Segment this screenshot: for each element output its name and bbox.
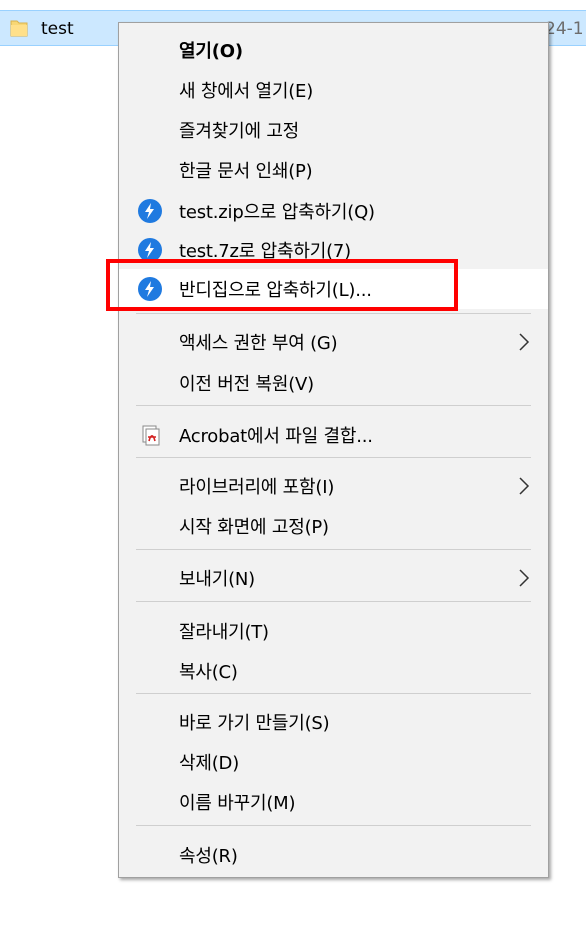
- menu-item-pin-start[interactable]: 시작 화면에 고정(P): [119, 506, 548, 546]
- menu-item-label: 속성(R): [179, 846, 238, 867]
- menu-item-delete[interactable]: 삭제(D): [119, 742, 548, 782]
- menu-item-pin-quick-access[interactable]: 즐겨찾기에 고정: [119, 110, 548, 150]
- menu-item-label: test.7z로 압축하기(7): [179, 241, 352, 262]
- menu-separator: [136, 601, 531, 602]
- menu-item-label: 삭제(D): [179, 753, 240, 774]
- menu-item-print-hangul[interactable]: 한글 문서 인쇄(P): [119, 150, 548, 190]
- menu-item-label: test.zip으로 압축하기(Q): [179, 202, 375, 223]
- menu-item-label: 이전 버전 복원(V): [179, 374, 314, 395]
- menu-item-include-library[interactable]: 라이브러리에 포함(I): [119, 466, 548, 506]
- menu-item-label: 열기(O): [179, 41, 243, 62]
- menu-separator: [136, 825, 531, 826]
- bandizip-icon: [138, 277, 162, 301]
- file-date: 24-1: [545, 19, 584, 39]
- menu-item-label: 라이브러리에 포함(I): [179, 477, 335, 498]
- menu-item-label: 보내기(N): [179, 569, 255, 590]
- acrobat-icon: [142, 425, 160, 446]
- menu-item-label: 액세스 권한 부여 (G): [179, 333, 338, 354]
- menu-separator: [136, 549, 531, 550]
- menu-item-cut[interactable]: 잘라내기(T): [119, 611, 548, 651]
- menu-item-open-new-window[interactable]: 새 창에서 열기(E): [119, 70, 548, 110]
- file-name: test: [41, 19, 74, 39]
- menu-item-open[interactable]: 열기(O): [119, 30, 548, 70]
- menu-item-compress-bandizip[interactable]: 반디집으로 압축하기(L)...: [119, 269, 548, 309]
- menu-item-rename[interactable]: 이름 바꾸기(M): [119, 782, 548, 822]
- menu-item-label: 이름 바꾸기(M): [179, 793, 296, 814]
- menu-separator: [136, 457, 531, 458]
- menu-item-label: 복사(C): [179, 662, 238, 683]
- chevron-right-icon: [519, 477, 530, 495]
- menu-item-restore-previous[interactable]: 이전 버전 복원(V): [119, 363, 548, 403]
- menu-item-label: 바로 가기 만들기(S): [179, 713, 330, 734]
- menu-item-compress-7z[interactable]: test.7z로 압축하기(7): [119, 230, 548, 270]
- menu-item-label: 시작 화면에 고정(P): [179, 517, 329, 538]
- chevron-right-icon: [519, 333, 530, 351]
- menu-item-acrobat-combine[interactable]: Acrobat에서 파일 결합...: [119, 415, 548, 455]
- menu-item-label: 즐겨찾기에 고정: [179, 121, 300, 142]
- menu-item-label: 반디집으로 압축하기(L)...: [179, 280, 372, 301]
- menu-item-label: Acrobat에서 파일 결합...: [179, 426, 373, 447]
- menu-item-label: 새 창에서 열기(E): [179, 81, 314, 102]
- bandizip-icon: [138, 238, 162, 262]
- menu-item-properties[interactable]: 속성(R): [119, 835, 548, 875]
- context-menu: 열기(O) 새 창에서 열기(E) 즐겨찾기에 고정 한글 문서 인쇄(P) t…: [118, 22, 549, 878]
- menu-item-create-shortcut[interactable]: 바로 가기 만들기(S): [119, 702, 548, 742]
- menu-item-send-to[interactable]: 보내기(N): [119, 558, 548, 598]
- menu-item-label: 한글 문서 인쇄(P): [179, 161, 313, 182]
- menu-separator: [136, 693, 531, 694]
- folder-icon: [10, 20, 28, 37]
- menu-separator: [136, 405, 531, 406]
- chevron-right-icon: [519, 569, 530, 587]
- menu-separator: [136, 313, 531, 314]
- bandizip-icon: [138, 199, 162, 223]
- menu-item-give-access[interactable]: 액세스 권한 부여 (G): [119, 322, 548, 362]
- menu-item-copy[interactable]: 복사(C): [119, 651, 548, 691]
- menu-item-label: 잘라내기(T): [179, 622, 269, 643]
- menu-item-compress-zip[interactable]: test.zip으로 압축하기(Q): [119, 191, 548, 231]
